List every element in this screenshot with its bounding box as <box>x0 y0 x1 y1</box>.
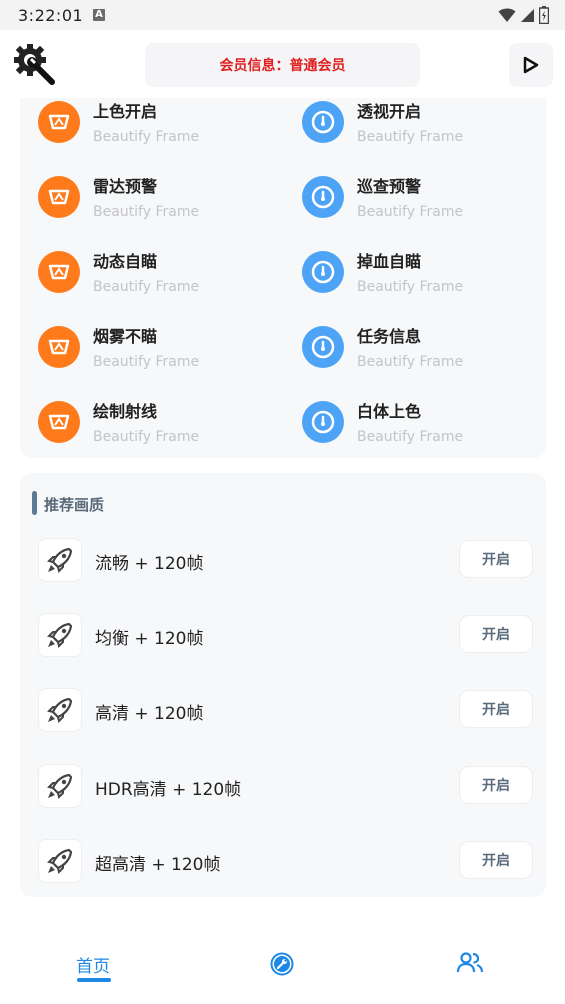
quality-row: 流畅 + 120帧 开启 <box>20 538 546 584</box>
feature-item[interactable]: 绘制射线 Beautify Frame <box>38 401 278 461</box>
feature-subtitle: Beautify Frame <box>93 204 200 220</box>
section-accent-bar <box>32 491 37 515</box>
feature-item[interactable]: 烟雾不瞄 Beautify Frame <box>38 326 278 386</box>
feature-title: 上色开启 <box>93 102 158 121</box>
feature-title: 动态自瞄 <box>93 252 158 271</box>
quality-row: 均衡 + 120帧 开启 <box>20 613 546 659</box>
play-icon <box>523 56 539 74</box>
enable-button[interactable]: 开启 <box>459 615 533 653</box>
feature-item[interactable]: 巡查预警 Beautify Frame <box>302 176 542 236</box>
feature-item[interactable]: 任务信息 Beautify Frame <box>302 326 542 386</box>
member-info-text: 会员信息：普通会员 <box>219 58 346 74</box>
feature-title: 任务信息 <box>357 327 422 346</box>
feature-subtitle: Beautify Frame <box>93 279 200 295</box>
rocket-icon <box>38 613 82 657</box>
notification-a-icon: A <box>93 9 105 21</box>
status-time: 3:22:01 <box>18 6 84 25</box>
feature-subtitle: Beautify Frame <box>357 204 464 220</box>
feature-subtitle: Beautify Frame <box>357 279 464 295</box>
feature-title: 掉血自瞄 <box>357 252 422 271</box>
feature-title: 烟雾不瞄 <box>93 327 158 346</box>
feature-subtitle: Beautify Frame <box>357 129 464 145</box>
rocket-icon <box>38 764 82 808</box>
top-header: 会员信息：普通会员 <box>0 30 565 98</box>
member-info-box: 会员信息：普通会员 <box>145 43 420 87</box>
feature-title: 白体上色 <box>357 402 422 421</box>
feature-title: 透视开启 <box>357 102 422 121</box>
enable-button[interactable]: 开启 <box>459 841 533 879</box>
feature-subtitle: Beautify Frame <box>357 354 464 370</box>
quality-label: 高清 + 120帧 <box>95 704 204 724</box>
feature-subtitle: Beautify Frame <box>93 129 200 145</box>
feature-title: 绘制射线 <box>93 402 158 421</box>
feature-item[interactable]: 掉血自瞄 Beautify Frame <box>302 251 542 311</box>
play-button[interactable] <box>509 43 553 87</box>
gauge-icon <box>302 176 344 218</box>
features-card: 上色开启 Beautify Frame 透视开启 Beautify Frame … <box>20 98 546 458</box>
quality-row: 高清 + 120帧 开启 <box>20 688 546 734</box>
feature-title: 巡查预警 <box>357 177 422 196</box>
nav-home-tab[interactable]: 首页 <box>76 952 110 977</box>
users-icon <box>456 952 484 973</box>
feature-item[interactable]: 动态自瞄 Beautify Frame <box>38 251 278 311</box>
bottom-nav: 首页 <box>0 930 565 1004</box>
enable-button[interactable]: 开启 <box>459 690 533 728</box>
feature-item[interactable]: 白体上色 Beautify Frame <box>302 401 542 461</box>
gauge-icon <box>302 326 344 368</box>
feature-title: 雷达预警 <box>93 177 158 196</box>
eye-badge-icon <box>38 251 80 293</box>
nav-active-indicator <box>77 978 111 982</box>
gauge-icon <box>302 401 344 443</box>
rocket-icon <box>38 688 82 732</box>
wrench-circle-icon <box>270 952 294 976</box>
gauge-icon <box>302 101 344 143</box>
rocket-icon <box>38 839 82 883</box>
quality-card: 推荐画质 流畅 + 120帧 开启 均衡 + 120帧 开启 高清 + 120帧… <box>20 473 546 897</box>
quality-label: HDR高清 + 120帧 <box>95 780 242 800</box>
quality-label: 均衡 + 120帧 <box>95 629 204 649</box>
gear-wrench-icon[interactable] <box>12 42 56 86</box>
status-bar: 3:22:01 A <box>0 0 565 30</box>
quality-label: 超高清 + 120帧 <box>95 855 221 875</box>
rocket-icon <box>38 538 82 582</box>
feature-item[interactable]: 上色开启 Beautify Frame <box>38 101 278 161</box>
feature-subtitle: Beautify Frame <box>93 354 200 370</box>
quality-label: 流畅 + 120帧 <box>95 554 204 574</box>
status-icons <box>498 6 549 24</box>
feature-item[interactable]: 雷达预警 Beautify Frame <box>38 176 278 236</box>
eye-badge-icon <box>38 176 80 218</box>
feature-item[interactable]: 透视开启 Beautify Frame <box>302 101 542 161</box>
battery-icon <box>539 6 549 24</box>
wifi-icon <box>498 8 516 22</box>
gauge-icon <box>302 251 344 293</box>
eye-badge-icon <box>38 326 80 368</box>
quality-row: 超高清 + 120帧 开启 <box>20 839 546 885</box>
app-screen: 3:22:01 A 会员信息：普通会员 上色开启 Beautify Frame … <box>0 0 565 1004</box>
feature-subtitle: Beautify Frame <box>357 429 464 445</box>
feature-subtitle: Beautify Frame <box>93 429 200 445</box>
section-title: 推荐画质 <box>44 496 105 514</box>
enable-button[interactable]: 开启 <box>459 766 533 804</box>
quality-row: HDR高清 + 120帧 开启 <box>20 764 546 810</box>
enable-button[interactable]: 开启 <box>459 540 533 578</box>
nav-users-tab[interactable] <box>456 952 484 978</box>
eye-badge-icon <box>38 101 80 143</box>
signal-icon <box>521 9 534 22</box>
eye-badge-icon <box>38 401 80 443</box>
nav-tools-tab[interactable] <box>270 952 294 980</box>
